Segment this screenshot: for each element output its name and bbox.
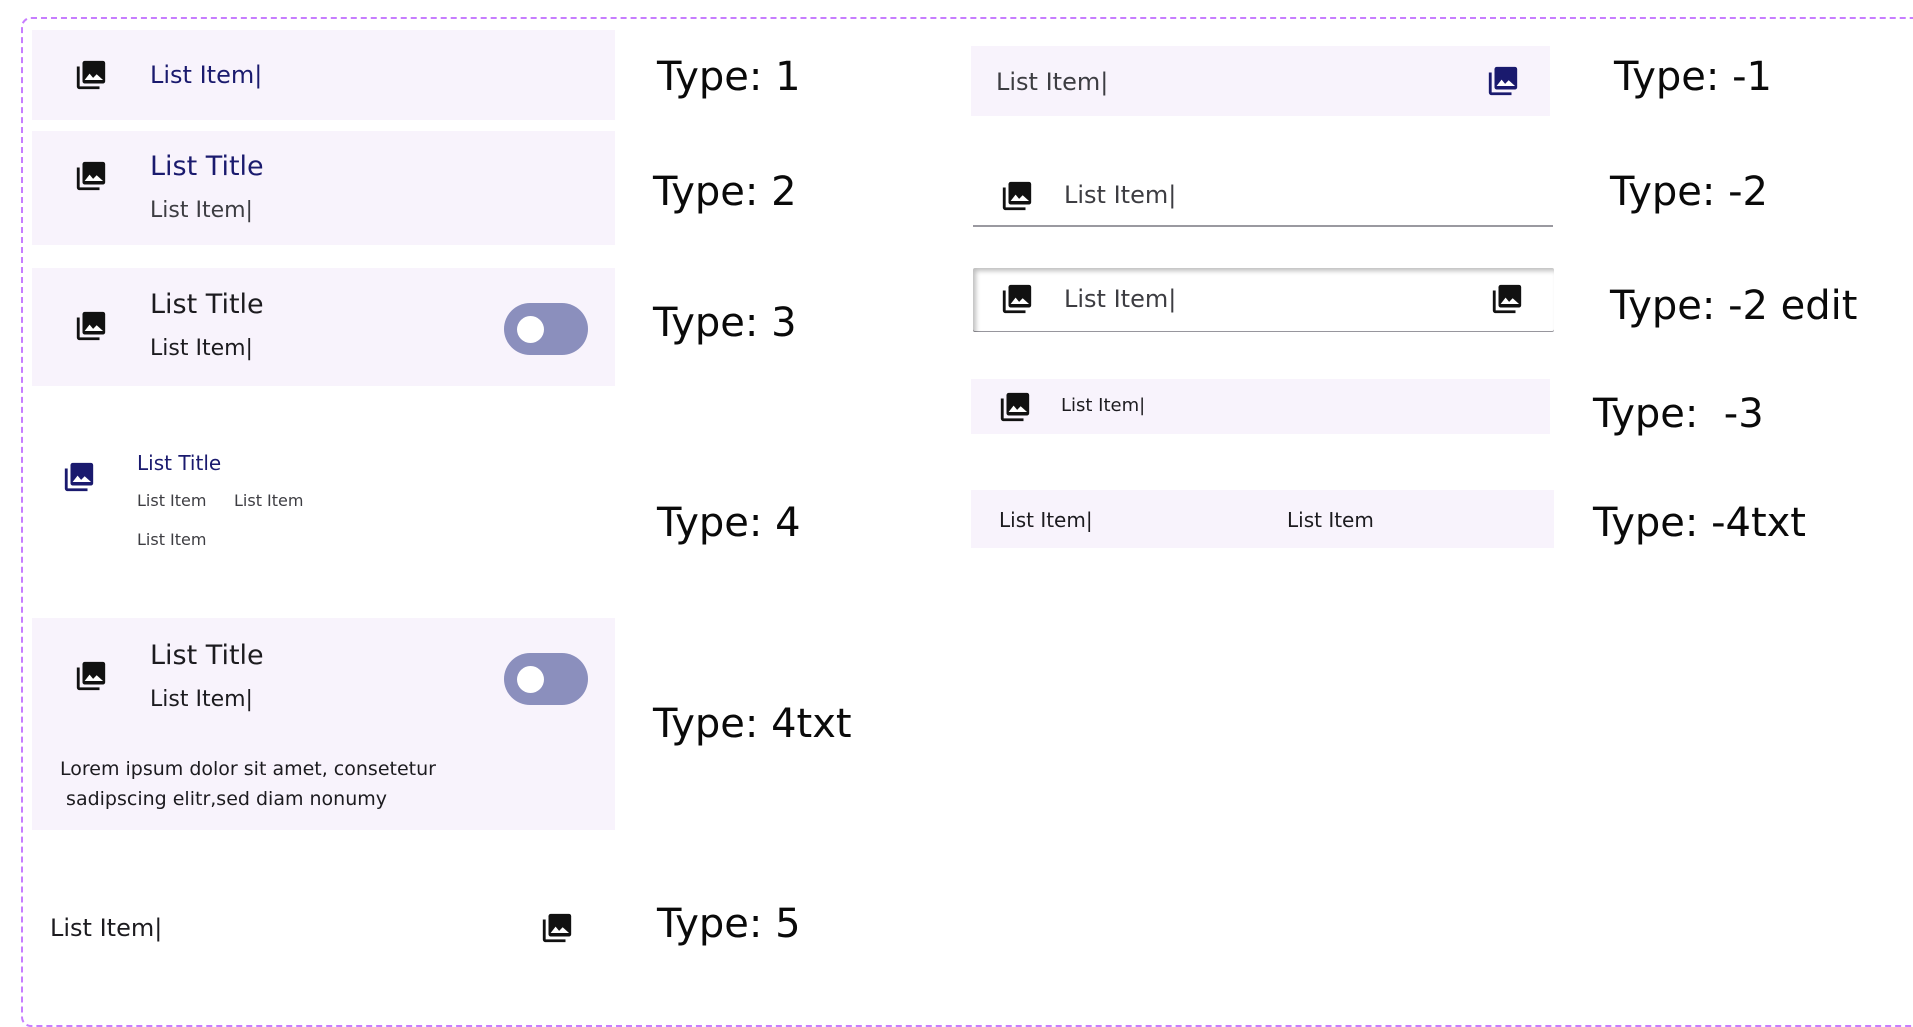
list-item-input-value[interactable]: List Item| xyxy=(1064,287,1176,311)
list-title: List Title xyxy=(137,451,222,475)
list-item-type-m1[interactable]: List Item| xyxy=(971,46,1550,116)
underline xyxy=(973,225,1553,227)
type-label: Type: -3 xyxy=(1593,391,1764,437)
list-item-label: List Item xyxy=(137,491,207,510)
list-item-type-1[interactable]: List Item| xyxy=(32,30,615,120)
type-label: Type: -4txt xyxy=(1593,500,1806,546)
type-label: Type: 4txt xyxy=(653,701,852,747)
list-item-type-m3[interactable]: List Item| xyxy=(971,379,1550,434)
photo-library-icon xyxy=(74,309,108,343)
list-title: List Title xyxy=(150,151,264,182)
toggle-switch[interactable] xyxy=(504,653,588,705)
photo-library-icon xyxy=(74,58,108,92)
list-item-type-m2-edit[interactable]: List Item| xyxy=(973,268,1554,332)
list-item-type-m2[interactable]: List Item| xyxy=(973,165,1553,227)
list-item-label: List Item| xyxy=(150,336,253,361)
list-item-type-3[interactable]: List Title List Item| xyxy=(32,268,615,386)
photo-library-icon xyxy=(540,911,574,945)
type-label: Type: -1 xyxy=(1614,54,1772,100)
list-item-label: List Item| xyxy=(150,61,263,89)
toggle-switch[interactable] xyxy=(504,303,588,355)
list-item-type-m4txt[interactable]: List Item| List Item xyxy=(971,490,1554,548)
photo-library-icon xyxy=(74,659,108,693)
toggle-knob xyxy=(517,666,544,693)
photo-library-icon xyxy=(74,159,108,193)
body-text-line: Lorem ipsum dolor sit amet, consetetur xyxy=(60,758,436,780)
photo-library-icon xyxy=(998,390,1032,424)
list-item-label: List Item| xyxy=(1064,181,1177,209)
photo-library-icon xyxy=(1486,64,1520,98)
photo-library-icon[interactable] xyxy=(1490,282,1524,316)
toggle-knob xyxy=(517,316,544,343)
type-label: Type: 2 xyxy=(653,169,797,215)
list-title: List Title xyxy=(150,289,264,320)
photo-library-icon xyxy=(62,460,96,494)
body-text-line: sadipscing elitr,sed diam nonumy xyxy=(60,788,388,810)
type-label: Type: 4 xyxy=(657,500,801,546)
photo-library-icon xyxy=(1000,179,1034,213)
list-item-type-4[interactable]: List Title List Item List Item List Item xyxy=(32,440,615,560)
list-item-label: List Item xyxy=(1287,508,1374,532)
list-item-label: List Item| xyxy=(150,687,253,712)
list-item-label: List Item xyxy=(234,491,304,510)
list-item-type-4txt[interactable]: List Title List Item| Lorem ipsum dolor … xyxy=(32,618,615,830)
list-item-label: List Item| xyxy=(999,508,1093,532)
type-label: Type: -2 xyxy=(1610,169,1768,215)
list-item-label: List Item xyxy=(137,530,207,549)
photo-library-icon xyxy=(1000,282,1034,316)
type-label: Type: 3 xyxy=(653,300,797,346)
list-item-type-5[interactable]: List Item| xyxy=(32,893,615,973)
list-item-label: List Item| xyxy=(50,914,163,942)
list-item-label: List Item| xyxy=(150,198,253,223)
type-label: Type: 5 xyxy=(657,901,801,947)
list-item-label: List Item| xyxy=(1061,395,1146,416)
type-label: Type: -2 edit xyxy=(1610,283,1858,329)
list-title: List Title xyxy=(150,640,264,671)
type-label: Type: 1 xyxy=(657,54,801,100)
list-item-label: List Item| xyxy=(996,68,1109,96)
list-item-type-2[interactable]: List Title List Item| xyxy=(32,131,615,245)
